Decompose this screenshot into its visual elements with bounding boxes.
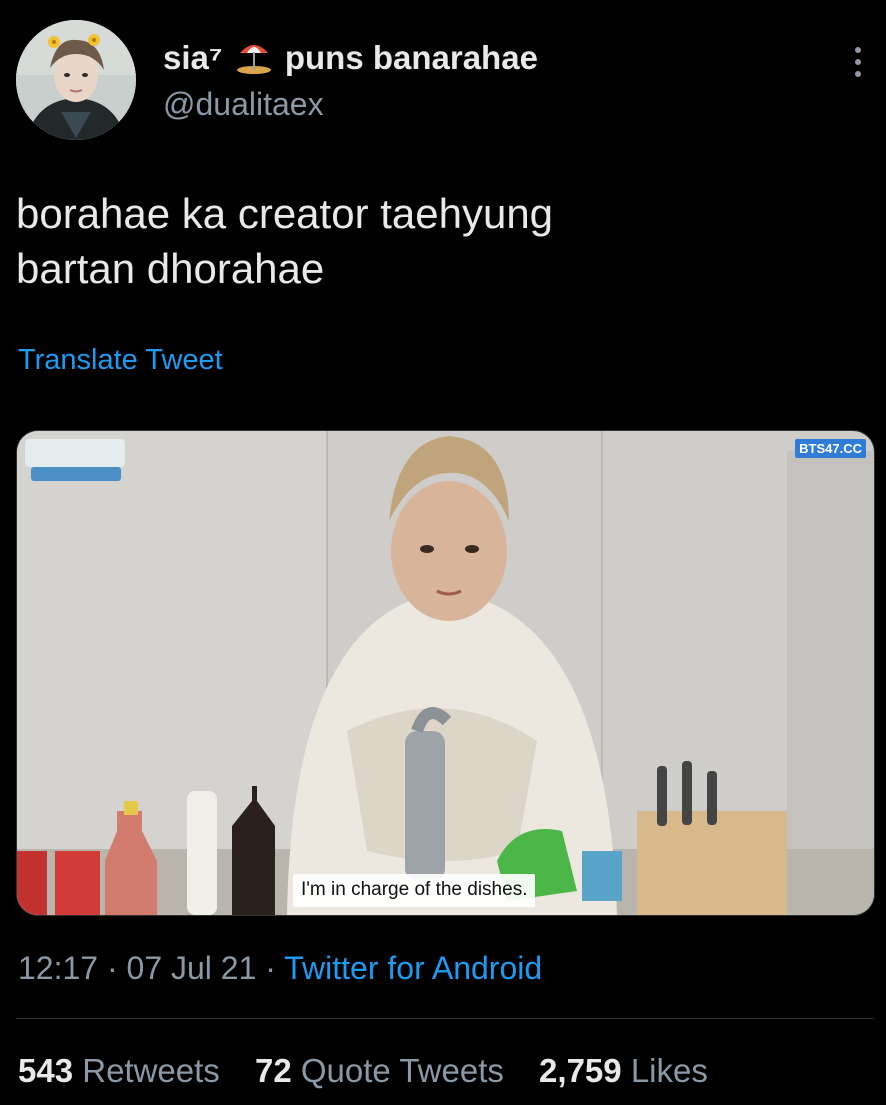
divider <box>16 1018 874 1019</box>
quote-tweets-count: 72 <box>254 1052 292 1089</box>
meta-separator: · <box>98 950 127 986</box>
likes-stat[interactable]: 2,759 Likes <box>539 1052 708 1089</box>
retweets-count: 543 <box>18 1052 74 1089</box>
subtitle-caption: I'm in charge of the dishes. <box>293 874 536 907</box>
tweet-date[interactable]: 07 Jul 21 <box>127 950 257 986</box>
avatar[interactable] <box>16 20 136 140</box>
likes-label: Likes <box>630 1052 708 1089</box>
umbrella-on-ground-icon <box>234 39 274 75</box>
user-handle[interactable]: @dualitaex <box>163 84 538 124</box>
tweet-text: borahae ka creator taehyung bartan dhora… <box>16 190 554 292</box>
tweet-media-image[interactable]: BTS47.CC I'm in charge of the dishes. <box>16 430 875 916</box>
more-options-icon[interactable] <box>852 42 864 82</box>
quote-tweets-stat[interactable]: 72 Quote Tweets <box>255 1052 504 1089</box>
likes-count: 2,759 <box>539 1052 622 1089</box>
display-name[interactable]: sia⁷ puns banarahae <box>163 38 538 78</box>
retweets-stat[interactable]: 543 Retweets <box>18 1052 220 1089</box>
watermark-label: BTS47.CC <box>795 439 866 458</box>
tweet-meta: 12:17 · 07 Jul 21 · Twitter for Android <box>18 948 542 988</box>
video-still <box>17 431 874 915</box>
display-name-part2: puns banarahae <box>284 39 538 76</box>
user-names: sia⁷ puns banarahae @dualitaex <box>163 38 538 124</box>
retweets-label: Retweets <box>82 1052 220 1089</box>
tweet-stats: 543 Retweets 72 Quote Tweets 2,759 Likes <box>18 1050 734 1092</box>
quote-tweets-label: Quote Tweets <box>300 1052 504 1089</box>
translate-tweet-link[interactable]: Translate Tweet <box>18 344 223 377</box>
tweet-time[interactable]: 12:17 <box>18 950 98 986</box>
display-name-part1: sia⁷ <box>163 39 223 76</box>
avatar-image <box>16 20 136 140</box>
meta-separator: · <box>256 950 285 986</box>
tweet-header: sia⁷ puns banarahae @dualitaex <box>16 20 876 145</box>
tweet-source-link[interactable]: Twitter for Android <box>284 950 542 986</box>
